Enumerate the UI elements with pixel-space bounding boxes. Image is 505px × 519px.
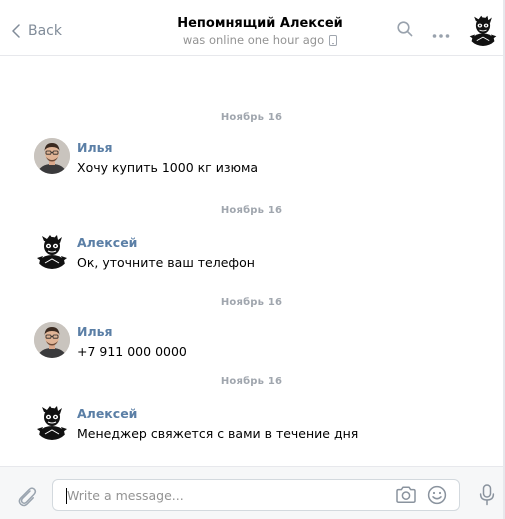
author-avatar[interactable] xyxy=(34,404,70,440)
date-separator: Ноябрь 16 xyxy=(220,376,283,387)
chat-window: Back Непомнящий Алексей was online one h… xyxy=(0,0,505,519)
chat-title-block[interactable]: Непомнящий Алексей was online one hour a… xyxy=(150,15,370,50)
phone-icon xyxy=(329,34,338,50)
message-composer xyxy=(0,466,505,519)
online-status-text: was online one hour ago xyxy=(182,33,325,47)
message-text: Менеджер свяжется с вами в течение дня xyxy=(77,426,359,441)
message-item: Илья +7 911 000 0000 xyxy=(34,322,474,362)
author-avatar[interactable] xyxy=(34,322,70,358)
search-button[interactable] xyxy=(397,21,413,41)
message-item: Илья Хочу купить 1000 кг изюма xyxy=(34,138,474,178)
message-text: Хочу купить 1000 кг изюма xyxy=(77,160,259,175)
more-icon xyxy=(432,34,450,38)
message-author[interactable]: Алексей xyxy=(77,235,137,250)
microphone-icon xyxy=(479,484,495,506)
message-text: +7 911 000 0000 xyxy=(77,344,187,359)
date-separator: Ноябрь 16 xyxy=(220,112,283,123)
camera-button[interactable] xyxy=(395,486,417,508)
message-author[interactable]: Илья xyxy=(77,140,113,155)
emoji-button[interactable] xyxy=(427,485,447,509)
message-author[interactable]: Илья xyxy=(77,324,113,339)
back-button[interactable]: Back xyxy=(12,22,62,40)
date-separator: Ноябрь 16 xyxy=(220,205,283,216)
author-avatar[interactable] xyxy=(34,233,70,269)
camera-icon xyxy=(396,486,416,503)
paperclip-icon xyxy=(18,487,37,507)
message-item: Алексей Ок, уточните ваш телефон xyxy=(34,233,474,273)
online-status: was online one hour ago xyxy=(150,32,370,50)
message-input[interactable] xyxy=(67,480,387,510)
date-separator: Ноябрь 16 xyxy=(220,297,283,308)
message-item: Алексей Менеджер свяжется с вами в течен… xyxy=(34,404,474,444)
author-avatar[interactable] xyxy=(34,138,70,174)
contact-avatar[interactable] xyxy=(467,14,499,46)
message-text: Ок, уточните ваш телефон xyxy=(77,255,255,270)
back-label: Back xyxy=(28,23,62,39)
chat-title: Непомнящий Алексей xyxy=(177,16,343,31)
more-button[interactable] xyxy=(432,24,450,43)
voice-message-button[interactable] xyxy=(479,484,495,510)
attach-button[interactable] xyxy=(16,485,38,511)
message-input-box[interactable] xyxy=(52,479,460,511)
search-icon xyxy=(397,21,413,37)
message-author[interactable]: Алексей xyxy=(77,406,137,421)
chat-header: Back Непомнящий Алексей was online one h… xyxy=(0,0,505,56)
chevron-left-icon xyxy=(12,24,20,38)
message-history[interactable]: Ноябрь 16 Илья Хочу купить 1000 кг изюма… xyxy=(0,56,503,466)
smile-icon xyxy=(427,485,447,505)
